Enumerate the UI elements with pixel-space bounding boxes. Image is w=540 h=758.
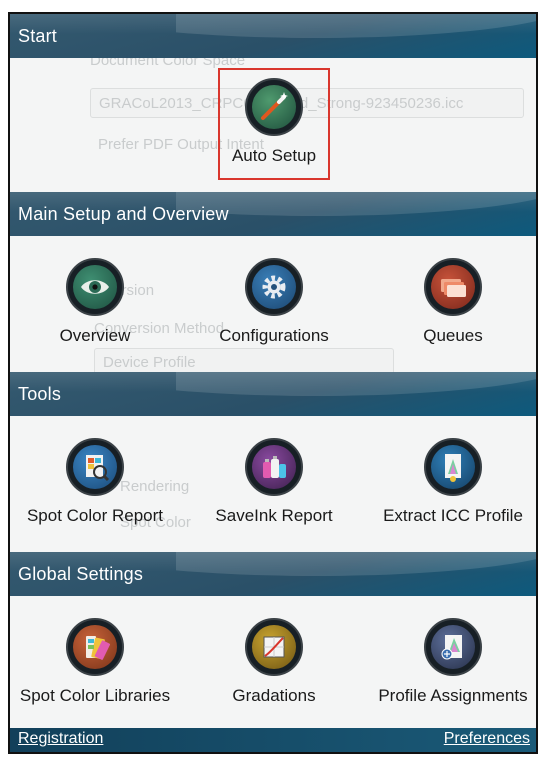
app-panel: Docu Document Color Space GRACoL2013_CRP… [8, 12, 538, 754]
magic-wand-icon [245, 78, 303, 136]
section-header-start: Start [10, 14, 536, 58]
registration-link[interactable]: Registration [18, 730, 103, 748]
section-header-global-settings: Global Settings [10, 552, 536, 596]
section-header-tools: Tools [10, 372, 536, 416]
extract-icc-profile-button[interactable]: Extract ICC Profile [368, 438, 536, 526]
gradations-button[interactable]: Gradations [189, 618, 359, 706]
configurations-label: Configurations [219, 326, 329, 345]
spot-color-report-button[interactable]: Spot Color Report [10, 438, 180, 526]
gear-icon [245, 258, 303, 316]
curve-graph-icon [245, 618, 303, 676]
folders-icon [424, 258, 482, 316]
queues-button[interactable]: Queues [368, 258, 536, 346]
footer-bar: Registration Preferences [10, 728, 536, 752]
profile-assignments-label: Profile Assignments [378, 686, 528, 705]
gradations-label: Gradations [232, 686, 316, 705]
queues-label: Queues [423, 326, 483, 345]
eye-icon [66, 258, 124, 316]
auto-setup-label: Auto Setup [231, 146, 317, 165]
spot-color-report-icon [66, 438, 124, 496]
auto-setup-button[interactable]: Auto Setup [189, 78, 359, 166]
icc-profile-icon [424, 438, 482, 496]
spot-color-report-label: Spot Color Report [26, 506, 164, 525]
extract-icc-profile-label: Extract ICC Profile [383, 506, 523, 525]
ink-bottles-icon [245, 438, 303, 496]
saveink-report-button[interactable]: SaveInk Report [189, 438, 359, 526]
saveink-report-label: SaveInk Report [215, 506, 333, 525]
spot-color-libraries-button[interactable]: Spot Color Libraries [10, 618, 180, 706]
overview-label: Overview [59, 326, 131, 345]
spot-color-libraries-label: Spot Color Libraries [19, 686, 171, 705]
swatch-book-icon [66, 618, 124, 676]
section-header-main-setup: Main Setup and Overview [10, 192, 536, 236]
profile-assignments-button[interactable]: Profile Assignments [368, 618, 536, 706]
profile-assign-icon [424, 618, 482, 676]
preferences-link[interactable]: Preferences [444, 730, 530, 748]
configurations-button[interactable]: Configurations [189, 258, 359, 346]
overview-button[interactable]: Overview [10, 258, 180, 346]
